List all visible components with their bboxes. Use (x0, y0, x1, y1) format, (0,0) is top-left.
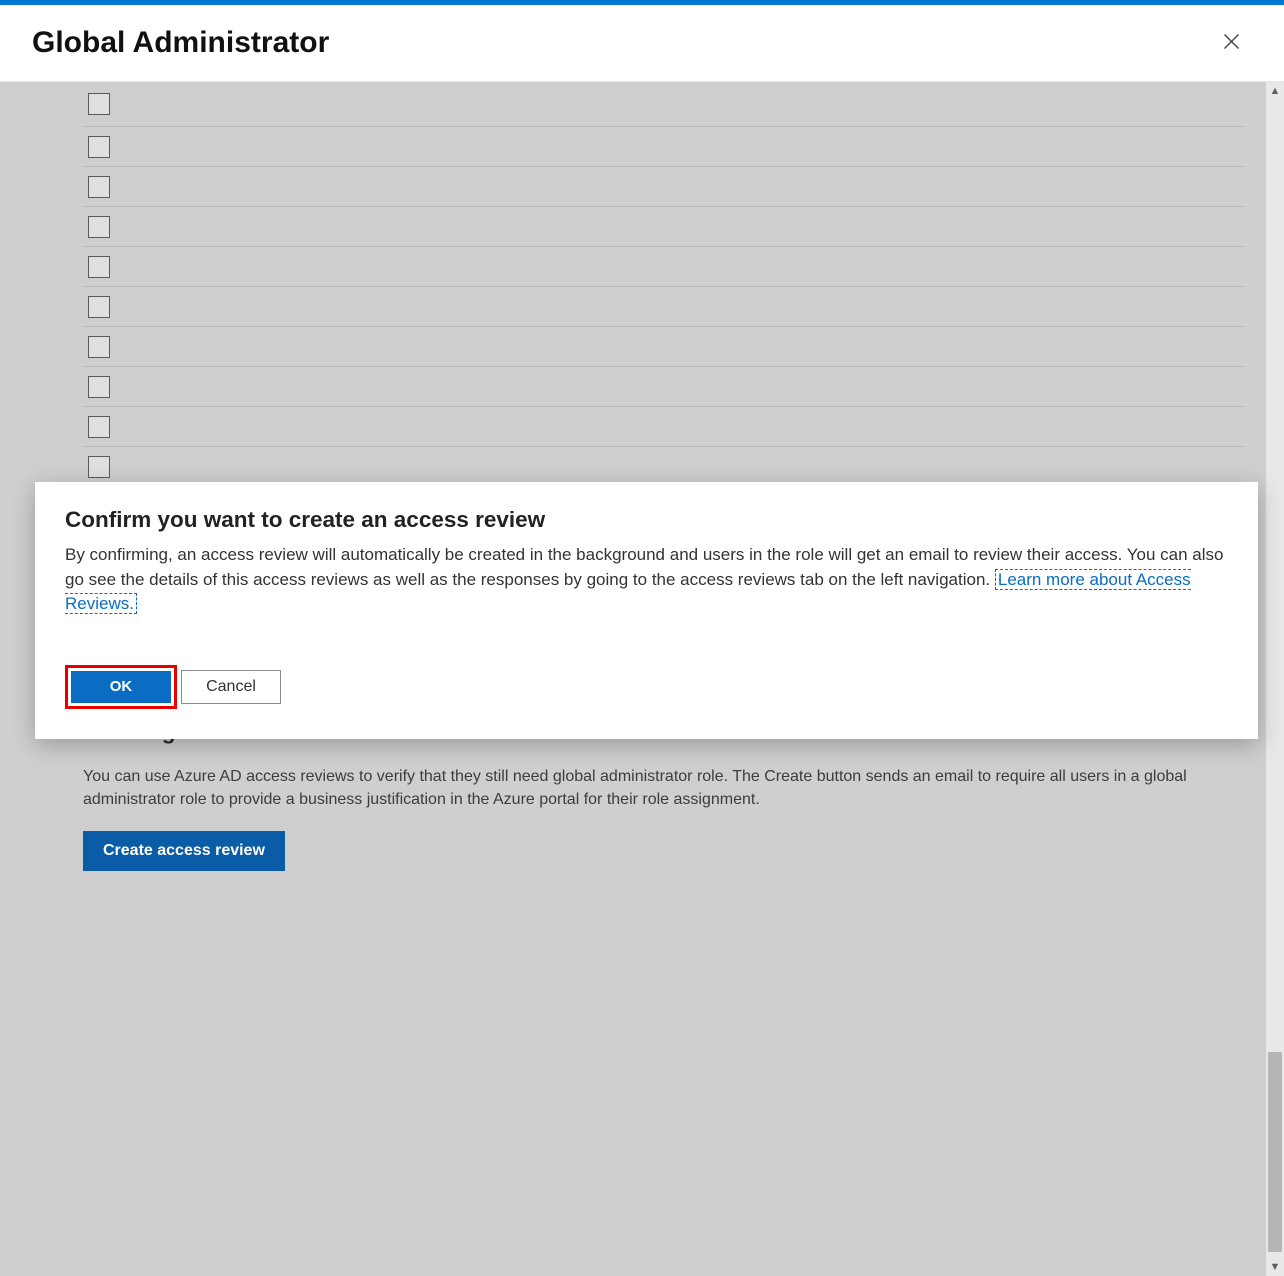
scroll-up-arrow-icon[interactable]: ▲ (1266, 82, 1284, 100)
ok-button[interactable]: OK (71, 671, 171, 703)
content-area: Make eligible Remove assignment Ask all … (83, 82, 1244, 871)
table-row (83, 286, 1244, 326)
table-row (83, 366, 1244, 406)
table-row (83, 446, 1244, 486)
confirm-dialog: Confirm you want to create an access rev… (35, 482, 1258, 739)
ok-button-highlight: OK (65, 665, 177, 709)
confirm-dialog-body: By confirming, an access review will aut… (65, 543, 1228, 617)
table-row (83, 246, 1244, 286)
scrollbar-track[interactable]: ▲ ▼ (1266, 82, 1284, 1276)
row-checkbox[interactable] (88, 296, 110, 318)
row-checkbox[interactable] (88, 176, 110, 198)
close-button[interactable] (1215, 25, 1248, 61)
table-row (83, 166, 1244, 206)
table-row (83, 82, 1244, 126)
table-row (83, 326, 1244, 366)
table-row (83, 206, 1244, 246)
panel-header: Global Administrator (0, 5, 1284, 82)
row-checkbox[interactable] (88, 136, 110, 158)
scroll-down-arrow-icon[interactable]: ▼ (1266, 1258, 1284, 1276)
row-checkbox[interactable] (88, 336, 110, 358)
page-title: Global Administrator (32, 26, 329, 60)
scrollbar-thumb[interactable] (1268, 1052, 1282, 1252)
row-checkbox[interactable] (88, 216, 110, 238)
confirm-dialog-buttons: OK Cancel (65, 665, 1228, 709)
table-row (83, 126, 1244, 166)
row-checkbox[interactable] (88, 456, 110, 478)
table-row (83, 406, 1244, 446)
ask-review-description: You can use Azure AD access reviews to v… (83, 765, 1244, 811)
row-checkbox[interactable] (88, 93, 110, 115)
panel-body: ▲ ▼ Make eligible Remove assignment Ask … (0, 82, 1284, 1276)
row-checkbox[interactable] (88, 416, 110, 438)
close-icon (1221, 40, 1242, 55)
create-access-review-button[interactable]: Create access review (83, 831, 285, 871)
row-checkbox[interactable] (88, 256, 110, 278)
row-checkbox[interactable] (88, 376, 110, 398)
confirm-dialog-title: Confirm you want to create an access rev… (65, 507, 1228, 533)
cancel-button[interactable]: Cancel (181, 670, 281, 704)
